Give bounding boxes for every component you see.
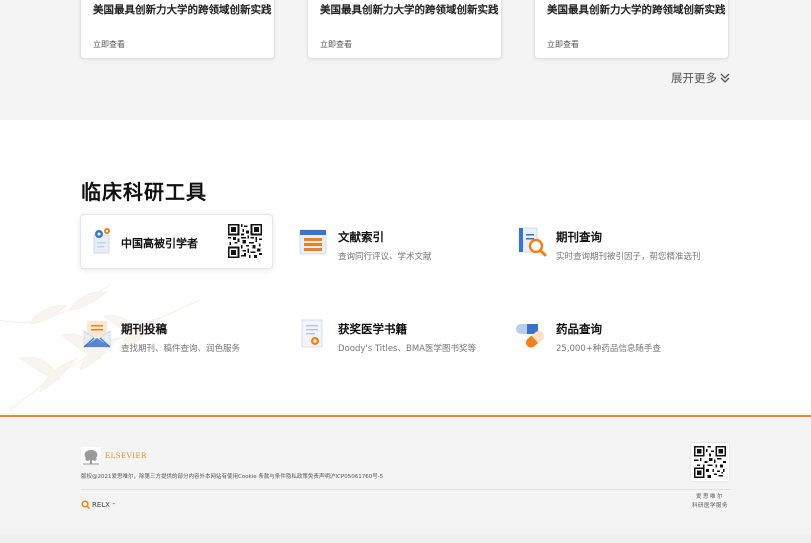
show-more-label: 展开更多 <box>671 71 717 85</box>
double-chevron-down-icon <box>720 73 730 83</box>
section-title: 临床科研工具 <box>81 180 207 204</box>
tool-description: Doody's Titles、BMA医学图书奖等 <box>338 344 476 354</box>
brand-name: ELSEVIER <box>105 452 147 460</box>
tool-journal-search[interactable]: 期刊查询 实时查询期刊被引因子，帮您精准选刊 <box>516 226 708 280</box>
footer: ELSEVIER 版权@2021爱思唯尔，除第三方提供的部分内容外本网站有使用C… <box>0 415 811 543</box>
tool-description: 查询同行评议、学术文献 <box>338 252 432 262</box>
tool-journal-submission[interactable]: 期刊投稿 查找期刊、稿件查询、润色服务 <box>81 318 273 372</box>
article-card[interactable]: 美国最具创新力大学的跨领域创新实践 立即查看 <box>307 0 502 59</box>
relx-trademark: ™ <box>111 502 116 507</box>
tool-award-medical-books[interactable]: 获奖医学书籍 Doody's Titles、BMA医学图书奖等 <box>298 318 490 372</box>
tool-description: 查找期刊、稿件查询、润色服务 <box>121 344 241 354</box>
clinical-tools-section: 临床科研工具 中国高被引学者 文献索引 查询同行评议、学术文献 期刊查询 实时查… <box>0 120 811 415</box>
qr-caption-line1: 爱思唯尔 <box>695 494 724 500</box>
tool-name: 药品查询 <box>556 322 602 336</box>
tool-name: 文献索引 <box>338 230 384 244</box>
tool-highly-cited-scholars[interactable]: 中国高被引学者 <box>80 214 273 269</box>
article-card-title: 美国最具创新力大学的跨领域创新实践 <box>320 4 499 16</box>
view-now-link[interactable]: 立即查看 <box>320 39 352 50</box>
relx-logo-icon <box>81 500 90 509</box>
show-more-button[interactable]: 展开更多 <box>671 70 730 86</box>
article-cards-section: 美国最具创新力大学的跨领域创新实践 立即查看 美国最具创新力大学的跨领域创新实践… <box>0 0 811 120</box>
article-card-title: 美国最具创新力大学的跨领域创新实践 <box>93 4 272 16</box>
elsevier-tree-logo-icon <box>81 447 101 465</box>
tool-description: 实时查询期刊被引因子，帮您精准选刊 <box>556 252 701 262</box>
tool-name: 获奖医学书籍 <box>338 322 407 336</box>
index-icon <box>299 229 327 255</box>
article-card[interactable]: 美国最具创新力大学的跨领域创新实践 立即查看 <box>80 0 275 59</box>
elsevier-logo[interactable]: ELSEVIER <box>81 447 147 465</box>
qr-caption-line2: 科研医学服务 <box>691 502 728 509</box>
tool-drug-search[interactable]: 药品查询 25,000+种药品信息随手查 <box>516 318 708 372</box>
view-now-link[interactable]: 立即查看 <box>93 39 125 50</box>
qr-caption: 爱思唯尔 科研医学服务 <box>683 493 737 510</box>
view-now-link[interactable]: 立即查看 <box>547 39 579 50</box>
bottom-strip <box>0 534 811 543</box>
tool-description: 25,000+种药品信息随手查 <box>556 344 661 354</box>
envelope-icon <box>83 321 111 348</box>
relx-logo[interactable]: RELX ™ <box>81 500 116 509</box>
tool-name: 期刊查询 <box>556 230 602 244</box>
article-card[interactable]: 美国最具创新力大学的跨领域创新实践 立即查看 <box>534 0 729 59</box>
pill-icon <box>516 324 544 348</box>
footer-qr-code-icon <box>691 443 729 481</box>
divider <box>81 489 731 490</box>
scholar-gear-icon <box>93 228 110 254</box>
journal-search-icon <box>518 227 547 257</box>
relx-label: RELX <box>92 500 110 509</box>
article-card-title: 美国最具创新力大学的跨领域创新实践 <box>547 4 726 16</box>
copyright-text: 版权@2021爱思唯尔，除第三方提供的部分内容外本网站有使用Cookie 条款与… <box>81 474 384 480</box>
tool-literature-index[interactable]: 文献索引 查询同行评议、学术文献 <box>298 226 490 280</box>
qr-code-icon <box>228 224 262 258</box>
tool-name: 期刊投稿 <box>121 322 167 336</box>
tool-name: 中国高被引学者 <box>121 237 198 250</box>
certificate-icon <box>301 319 323 348</box>
